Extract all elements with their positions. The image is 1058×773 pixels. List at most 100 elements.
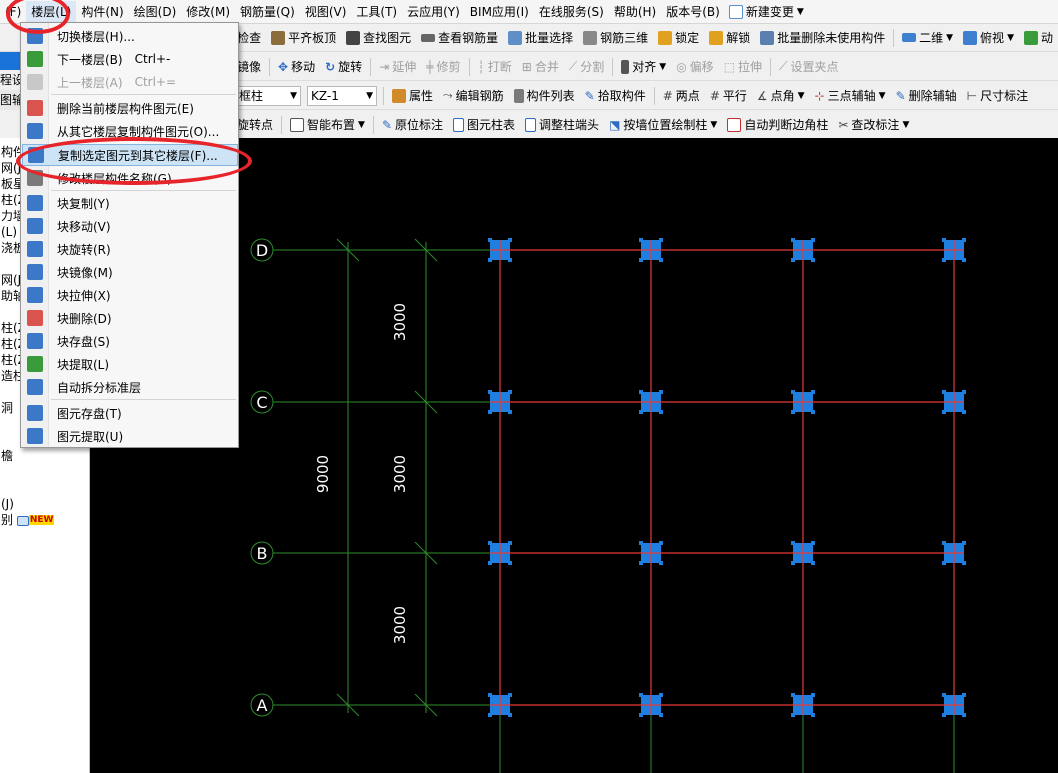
- column-grip-handle[interactable]: [508, 238, 512, 242]
- switch-floor-item[interactable]: 切换楼层(H)...: [22, 25, 238, 47]
- column-grip-handle[interactable]: [488, 713, 492, 717]
- column-grip-handle[interactable]: [639, 713, 643, 717]
- menu-help[interactable]: 帮助(H): [609, 1, 661, 23]
- set-grip-button[interactable]: ⟋ 设置夹点: [774, 55, 843, 79]
- find-element-button[interactable]: 查找图元: [341, 26, 416, 50]
- tree-item[interactable]: 檐: [0, 448, 89, 464]
- column-grip-handle[interactable]: [791, 713, 795, 717]
- column-grip-handle[interactable]: [962, 238, 966, 242]
- column-grip-handle[interactable]: [962, 541, 966, 545]
- menu-view[interactable]: 视图(V): [300, 1, 352, 23]
- tree-item[interactable]: [0, 464, 89, 480]
- column-marker[interactable]: [791, 693, 815, 717]
- column-grip-handle[interactable]: [791, 541, 795, 545]
- lock-button[interactable]: 锁定: [653, 26, 704, 50]
- block-extract-item[interactable]: 块提取(L): [22, 353, 238, 375]
- batch-delete-unused-button[interactable]: 批量删除未使用构件: [755, 26, 890, 50]
- block-rotate-item[interactable]: 块旋转(R): [22, 238, 238, 260]
- column-grip-handle[interactable]: [659, 713, 663, 717]
- column-grip-handle[interactable]: [659, 693, 663, 697]
- menu-draw[interactable]: 绘图(D): [129, 1, 182, 23]
- column-grip-handle[interactable]: [508, 410, 512, 414]
- column-grip-handle[interactable]: [962, 410, 966, 414]
- column-grip-handle[interactable]: [942, 238, 946, 242]
- column-grip-handle[interactable]: [942, 390, 946, 394]
- menu-rebar-quantity[interactable]: 钢筋量(Q): [235, 1, 300, 23]
- component-name-select[interactable]: KZ-1 ▼: [307, 85, 377, 106]
- column-grip-handle[interactable]: [791, 561, 795, 565]
- column-marker[interactable]: [639, 541, 663, 565]
- column-grip-handle[interactable]: [488, 541, 492, 545]
- component-list-button[interactable]: 构件列表: [509, 84, 580, 108]
- column-grip-handle[interactable]: [942, 693, 946, 697]
- column-grip-handle[interactable]: [791, 410, 795, 414]
- column-grip-handle[interactable]: [639, 410, 643, 414]
- menu-version[interactable]: 版本号(B): [661, 1, 725, 23]
- column-grip-handle[interactable]: [811, 561, 815, 565]
- column-marker[interactable]: [639, 238, 663, 262]
- menu-online[interactable]: 在线服务(S): [534, 1, 609, 23]
- batch-select-button[interactable]: 批量选择: [503, 26, 578, 50]
- column-grip-handle[interactable]: [811, 410, 815, 414]
- view-2d-dropdown[interactable]: 二维 ▼: [897, 26, 958, 50]
- column-grip-handle[interactable]: [508, 561, 512, 565]
- rotate-button[interactable]: ↻ 旋转: [320, 55, 367, 79]
- column-grip-handle[interactable]: [942, 258, 946, 262]
- column-grip-handle[interactable]: [659, 390, 663, 394]
- column-grip-handle[interactable]: [791, 258, 795, 262]
- new-change-button[interactable]: 新建变更 ▼: [725, 1, 808, 23]
- two-points-button[interactable]: # 两点: [658, 84, 705, 108]
- block-copy-item[interactable]: 块复制(Y): [22, 192, 238, 214]
- column-grip-handle[interactable]: [639, 258, 643, 262]
- menu-cloud[interactable]: 云应用(Y): [402, 1, 465, 23]
- rename-floor-component-item[interactable]: 修改楼层构件名称(G)...: [22, 167, 238, 189]
- column-grip-handle[interactable]: [962, 693, 966, 697]
- draw-by-wall-dropdown[interactable]: ⬔ 按墙位置绘制柱 ▼: [604, 113, 722, 137]
- smart-layout-dropdown[interactable]: 智能布置 ▼: [285, 113, 370, 137]
- column-grip-handle[interactable]: [488, 390, 492, 394]
- column-grip-handle[interactable]: [488, 561, 492, 565]
- column-grip-handle[interactable]: [791, 238, 795, 242]
- properties-button[interactable]: 属性: [387, 84, 438, 108]
- column-grip-handle[interactable]: [639, 390, 643, 394]
- auto-corner-column-button[interactable]: 自动判断边角柱: [722, 113, 833, 137]
- column-grip-handle[interactable]: [639, 541, 643, 545]
- break-button[interactable]: ┆ 打断: [473, 55, 517, 79]
- column-grip-handle[interactable]: [488, 238, 492, 242]
- tree-item[interactable]: (J): [0, 496, 89, 512]
- copy-selected-to-other-floor-item[interactable]: 复制选定图元到其它楼层(F)...: [22, 144, 238, 166]
- align-dropdown[interactable]: 对齐 ▼: [616, 55, 671, 79]
- block-save-item[interactable]: 块存盘(S): [22, 330, 238, 352]
- view-rebar-button[interactable]: 查看钢筋量: [416, 26, 503, 50]
- column-grip-handle[interactable]: [508, 541, 512, 545]
- block-delete-item[interactable]: 块删除(D): [22, 307, 238, 329]
- column-grip-handle[interactable]: [659, 561, 663, 565]
- column-grip-handle[interactable]: [659, 541, 663, 545]
- top-view-dropdown[interactable]: 俯视 ▼: [958, 26, 1019, 50]
- column-marker[interactable]: [942, 541, 966, 565]
- menu-modify[interactable]: 修改(M): [181, 1, 235, 23]
- column-grip-handle[interactable]: [942, 713, 946, 717]
- column-grip-handle[interactable]: [962, 258, 966, 262]
- column-grip-handle[interactable]: [942, 561, 946, 565]
- copy-from-other-floor-item[interactable]: 从其它楼层复制构件图元(O)...: [22, 120, 238, 142]
- component-type-select[interactable]: 框柱 ▼: [235, 85, 301, 106]
- menu-bim[interactable]: BIM应用(I): [465, 1, 534, 23]
- column-grip-handle[interactable]: [639, 561, 643, 565]
- element-extract-item[interactable]: 图元提取(U): [22, 425, 238, 447]
- column-marker[interactable]: [488, 238, 512, 262]
- element-save-item[interactable]: 图元存盘(T): [22, 402, 238, 424]
- dimension-button[interactable]: ⊢ 尺寸标注: [962, 84, 1033, 108]
- tree-item[interactable]: 别 NEW: [0, 512, 89, 528]
- block-move-item[interactable]: 块移动(V): [22, 215, 238, 237]
- adjust-column-end-button[interactable]: 调整柱端头: [520, 113, 604, 137]
- trim-button[interactable]: ╪ 修剪: [421, 55, 465, 79]
- block-stretch-item[interactable]: 块拉伸(X): [22, 284, 238, 306]
- column-grip-handle[interactable]: [659, 410, 663, 414]
- move-button[interactable]: ✥ 移动: [273, 55, 320, 79]
- column-grip-handle[interactable]: [659, 238, 663, 242]
- column-grip-handle[interactable]: [488, 693, 492, 697]
- pick-component-button[interactable]: ✎ 拾取构件: [580, 84, 651, 108]
- column-marker[interactable]: [488, 390, 512, 414]
- column-grip-handle[interactable]: [639, 693, 643, 697]
